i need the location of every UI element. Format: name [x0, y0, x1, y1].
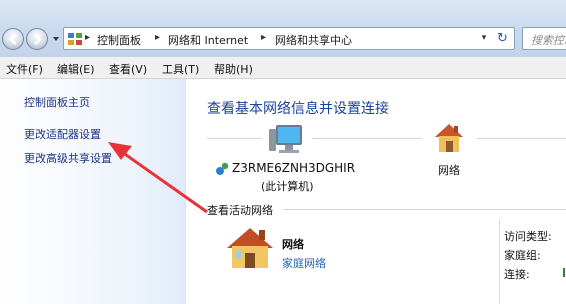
- address-bar[interactable]: ▸ 控制面板 ▸ 网络和 Internet ▸ 网络和共享中心 ▾ ↻: [63, 27, 515, 50]
- computer-name: Z3RME6ZNH3DGHIR: [232, 161, 356, 175]
- menu-bar: 文件(F) 编辑(E) 查看(V) 工具(T) 帮助(H): [0, 57, 566, 79]
- menu-tools[interactable]: 工具(T): [162, 61, 199, 77]
- network-house-icon[interactable]: [432, 121, 466, 155]
- main-content: 查看基本网络信息并设置连接 Z3RME6ZNH3DGHIR (此计算机) 网络 …: [187, 79, 566, 304]
- network-label: 网络: [438, 164, 460, 177]
- homegroup-label: 家庭组:: [504, 249, 541, 262]
- refresh-icon[interactable]: ↻: [494, 30, 511, 47]
- access-type-label: 访问类型:: [504, 230, 552, 243]
- menu-file[interactable]: 文件(F): [6, 61, 43, 77]
- task-pane: 控制面板主页 更改适配器设置 更改高级共享设置: [0, 79, 186, 304]
- divider: [207, 138, 262, 139]
- address-dropdown-icon[interactable]: ▾: [477, 31, 491, 46]
- breadcrumb-network-internet[interactable]: 网络和 Internet: [168, 32, 248, 48]
- breadcrumb-separator-icon[interactable]: ▸: [85, 32, 90, 43]
- breadcrumb-network-sharing-center[interactable]: 网络和共享中心: [275, 32, 352, 48]
- connection-label: 连接:: [504, 268, 530, 281]
- back-button[interactable]: [2, 28, 24, 50]
- link-change-advanced-sharing[interactable]: 更改高级共享设置: [24, 150, 112, 166]
- navigation-bar: ▸ 控制面板 ▸ 网络和 Internet ▸ 网络和共享中心 ▾ ↻ 搜索控制…: [0, 0, 566, 57]
- breadcrumb-separator-icon[interactable]: ▸: [155, 32, 160, 43]
- divider: [312, 138, 422, 139]
- breadcrumb-control-panel[interactable]: 控制面板: [97, 32, 141, 48]
- page-title: 查看基本网络信息并设置连接: [207, 101, 389, 117]
- recent-pages-dropdown-icon[interactable]: [52, 35, 60, 43]
- divider: [283, 209, 566, 210]
- back-arrow-icon: [9, 34, 17, 45]
- network-globe-icon: [216, 162, 229, 175]
- computer-icon[interactable]: [268, 123, 304, 157]
- computer-sublabel: (此计算机): [261, 180, 314, 193]
- divider: [499, 219, 500, 304]
- search-input[interactable]: 搜索控制面板: [522, 27, 566, 50]
- active-network-name: 网络: [282, 238, 304, 251]
- breadcrumb-separator-icon[interactable]: ▸: [261, 32, 266, 43]
- network-location-link[interactable]: 家庭网络: [282, 255, 326, 271]
- menu-help[interactable]: 帮助(H): [214, 61, 253, 77]
- control-panel-icon: [68, 33, 82, 45]
- active-network-heading: 查看活动网络: [207, 204, 273, 217]
- link-control-panel-home[interactable]: 控制面板主页: [24, 94, 90, 110]
- forward-button[interactable]: [26, 28, 48, 50]
- menu-view[interactable]: 查看(V): [109, 61, 147, 77]
- divider: [477, 138, 566, 139]
- forward-arrow-icon: [34, 34, 42, 45]
- menu-edit[interactable]: 编辑(E): [57, 61, 95, 77]
- connection-status-icon[interactable]: [562, 266, 566, 278]
- link-change-adapter-settings[interactable]: 更改适配器设置: [24, 126, 101, 142]
- home-network-icon[interactable]: [224, 224, 276, 272]
